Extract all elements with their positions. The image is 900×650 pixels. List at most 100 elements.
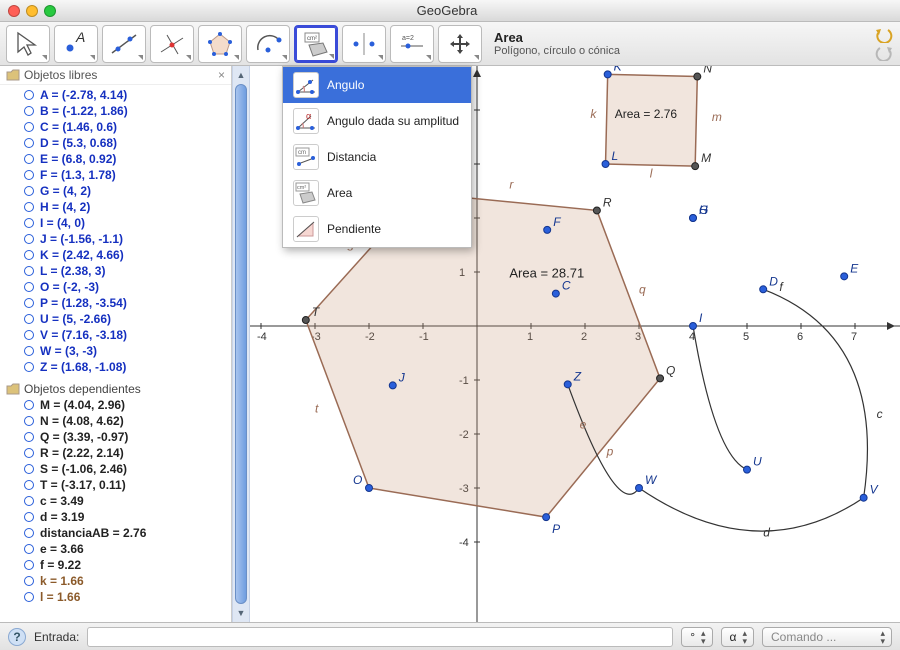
dependent-object-item[interactable]: T = (-3.17, 0.11) xyxy=(6,477,225,493)
visibility-toggle-icon[interactable] xyxy=(24,298,34,308)
dependent-group[interactable]: Objetos dependientes xyxy=(6,381,225,397)
close-panel-icon[interactable]: × xyxy=(218,68,225,82)
tool-polygon[interactable] xyxy=(198,25,242,63)
dependent-object-item[interactable]: k = 1.66 xyxy=(6,573,225,589)
free-object-item[interactable]: F = (1.3, 1.78) xyxy=(6,167,225,183)
free-object-item[interactable]: W = (3, -3) xyxy=(6,343,225,359)
scroll-up-icon[interactable]: ▲ xyxy=(234,68,248,82)
visibility-toggle-icon[interactable] xyxy=(24,448,34,458)
dependent-object-item[interactable]: N = (4.08, 4.62) xyxy=(6,413,225,429)
dropdown-item-distancia[interactable]: cm Distancia xyxy=(283,139,471,175)
svg-text:cm: cm xyxy=(298,150,306,156)
dependent-object-item[interactable]: S = (-1.06, 2.46) xyxy=(6,461,225,477)
dependent-object-item[interactable]: R = (2.22, 2.14) xyxy=(6,445,225,461)
free-object-item[interactable]: Z = (1.68, -1.08) xyxy=(6,359,225,375)
free-object-item[interactable]: V = (7.16, -3.18) xyxy=(6,327,225,343)
object-tree[interactable]: A = (-2.78, 4.14)B = (-1.22, 1.86)C = (1… xyxy=(0,85,231,377)
visibility-toggle-icon[interactable] xyxy=(24,90,34,100)
visibility-toggle-icon[interactable] xyxy=(24,432,34,442)
svg-text:R: R xyxy=(603,195,612,209)
visibility-toggle-icon[interactable] xyxy=(24,138,34,148)
tool-segment-perp[interactable] xyxy=(150,25,194,63)
degree-combo[interactable]: °▴▾ xyxy=(681,627,712,647)
visibility-toggle-icon[interactable] xyxy=(24,544,34,554)
help-icon[interactable]: ? xyxy=(8,628,26,646)
zoom-window-button[interactable] xyxy=(44,5,56,17)
free-object-item[interactable]: D = (5.3, 0.68) xyxy=(6,135,225,151)
free-object-item[interactable]: L = (2.38, 3) xyxy=(6,263,225,279)
free-object-item[interactable]: J = (-1.56, -1.1) xyxy=(6,231,225,247)
visibility-toggle-icon[interactable] xyxy=(24,314,34,324)
visibility-toggle-icon[interactable] xyxy=(24,416,34,426)
free-object-item[interactable]: U = (5, -2.66) xyxy=(6,311,225,327)
free-object-item[interactable]: I = (4, 0) xyxy=(6,215,225,231)
free-object-item[interactable]: G = (4, 2) xyxy=(6,183,225,199)
visibility-toggle-icon[interactable] xyxy=(24,202,34,212)
free-object-item[interactable]: H = (4, 2) xyxy=(6,199,225,215)
visibility-toggle-icon[interactable] xyxy=(24,480,34,490)
free-object-item[interactable]: P = (1.28, -3.54) xyxy=(6,295,225,311)
algebra-scrollbar[interactable]: ▲ ▼ xyxy=(232,66,250,622)
visibility-toggle-icon[interactable] xyxy=(24,512,34,522)
visibility-toggle-icon[interactable] xyxy=(24,464,34,474)
free-object-item[interactable]: C = (1.46, 0.6) xyxy=(6,119,225,135)
dropdown-item-area[interactable]: cm² Area xyxy=(283,175,471,211)
visibility-toggle-icon[interactable] xyxy=(24,250,34,260)
tool-move[interactable] xyxy=(6,25,50,63)
free-object-item[interactable]: A = (-2.78, 4.14) xyxy=(6,87,225,103)
visibility-toggle-icon[interactable] xyxy=(24,330,34,340)
visibility-toggle-icon[interactable] xyxy=(24,122,34,132)
free-object-item[interactable]: E = (6.8, 0.92) xyxy=(6,151,225,167)
svg-text:A: A xyxy=(75,30,85,45)
visibility-toggle-icon[interactable] xyxy=(24,234,34,244)
visibility-toggle-icon[interactable] xyxy=(24,560,34,570)
visibility-toggle-icon[interactable] xyxy=(24,186,34,196)
visibility-toggle-icon[interactable] xyxy=(24,282,34,292)
tool-measure-area[interactable]: cm² xyxy=(294,25,338,63)
visibility-toggle-icon[interactable] xyxy=(24,592,34,602)
undo-icon[interactable] xyxy=(874,27,894,43)
dependent-object-item[interactable]: d = 3.19 xyxy=(6,509,225,525)
scroll-down-icon[interactable]: ▼ xyxy=(234,606,248,620)
command-input[interactable] xyxy=(87,627,673,647)
tool-line[interactable] xyxy=(102,25,146,63)
visibility-toggle-icon[interactable] xyxy=(24,154,34,164)
visibility-toggle-icon[interactable] xyxy=(24,362,34,372)
dependent-object-item[interactable]: l = 1.66 xyxy=(6,589,225,605)
command-combo[interactable]: Comando ...▴▾ xyxy=(762,627,892,647)
svg-text:f: f xyxy=(779,280,784,294)
free-object-item[interactable]: B = (-1.22, 1.86) xyxy=(6,103,225,119)
tool-move-view[interactable] xyxy=(438,25,482,63)
free-object-item[interactable]: O = (-2, -3) xyxy=(6,279,225,295)
visibility-toggle-icon[interactable] xyxy=(24,170,34,180)
alpha-combo[interactable]: α▴▾ xyxy=(721,627,754,647)
dependent-object-item[interactable]: c = 3.49 xyxy=(6,493,225,509)
dependent-object-item[interactable]: distanciaAB = 2.76 xyxy=(6,525,225,541)
tool-circle[interactable] xyxy=(246,25,290,63)
dropdown-item-angulo-amplitud[interactable]: α Angulo dada su amplitud xyxy=(283,103,471,139)
visibility-toggle-icon[interactable] xyxy=(24,106,34,116)
minimize-window-button[interactable] xyxy=(26,5,38,17)
dependent-object-item[interactable]: f = 9.22 xyxy=(6,557,225,573)
visibility-toggle-icon[interactable] xyxy=(24,528,34,538)
dependent-object-item[interactable]: e = 3.66 xyxy=(6,541,225,557)
dropdown-item-pendiente[interactable]: Pendiente xyxy=(283,211,471,247)
close-window-button[interactable] xyxy=(8,5,20,17)
visibility-toggle-icon[interactable] xyxy=(24,266,34,276)
visibility-toggle-icon[interactable] xyxy=(24,576,34,586)
free-object-item[interactable]: K = (2.42, 4.66) xyxy=(6,247,225,263)
tool-point[interactable]: A xyxy=(54,25,98,63)
visibility-toggle-icon[interactable] xyxy=(24,218,34,228)
dependent-object-item[interactable]: M = (4.04, 2.96) xyxy=(6,397,225,413)
object-tree-dep[interactable]: Objetos dependientes M = (4.04, 2.96)N =… xyxy=(0,377,231,607)
dropdown-item-angulo[interactable]: Angulo xyxy=(283,67,471,103)
tool-reflect[interactable] xyxy=(342,25,386,63)
redo-icon[interactable] xyxy=(874,45,894,61)
scroll-thumb[interactable] xyxy=(235,84,247,604)
visibility-toggle-icon[interactable] xyxy=(24,496,34,506)
visibility-toggle-icon[interactable] xyxy=(24,346,34,356)
tool-slider[interactable]: a=2 xyxy=(390,25,434,63)
dependent-object-item[interactable]: Q = (3.39, -0.97) xyxy=(6,429,225,445)
visibility-toggle-icon[interactable] xyxy=(24,400,34,410)
folder-icon xyxy=(6,68,20,82)
